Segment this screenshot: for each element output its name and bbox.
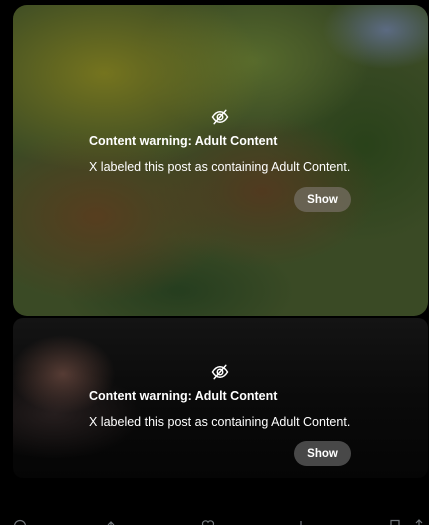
- media-card-2[interactable]: Content warning: Adult Content X labeled…: [13, 318, 428, 478]
- share-icon[interactable]: [412, 519, 426, 525]
- warning-description: X labeled this post as containing Adult …: [89, 160, 351, 174]
- media-card-1[interactable]: Content warning: Adult Content X labeled…: [13, 5, 428, 316]
- like-icon[interactable]: [201, 519, 215, 525]
- bookmark-icon[interactable]: [388, 519, 402, 525]
- show-button[interactable]: Show: [294, 187, 351, 212]
- eye-slash-icon: [211, 364, 229, 380]
- content-warning: Content warning: Adult Content X labeled…: [89, 107, 351, 212]
- post-action-bar: [0, 516, 429, 525]
- content-warning: Content warning: Adult Content X labeled…: [89, 362, 351, 466]
- eye-slash-icon: [211, 109, 229, 125]
- views-icon[interactable]: [294, 519, 308, 525]
- warning-description: X labeled this post as containing Adult …: [89, 415, 351, 429]
- warning-title: Content warning: Adult Content: [89, 389, 278, 403]
- repost-icon[interactable]: [106, 519, 120, 525]
- show-button[interactable]: Show: [294, 441, 351, 466]
- reply-icon[interactable]: [13, 519, 27, 525]
- warning-title: Content warning: Adult Content: [89, 134, 278, 148]
